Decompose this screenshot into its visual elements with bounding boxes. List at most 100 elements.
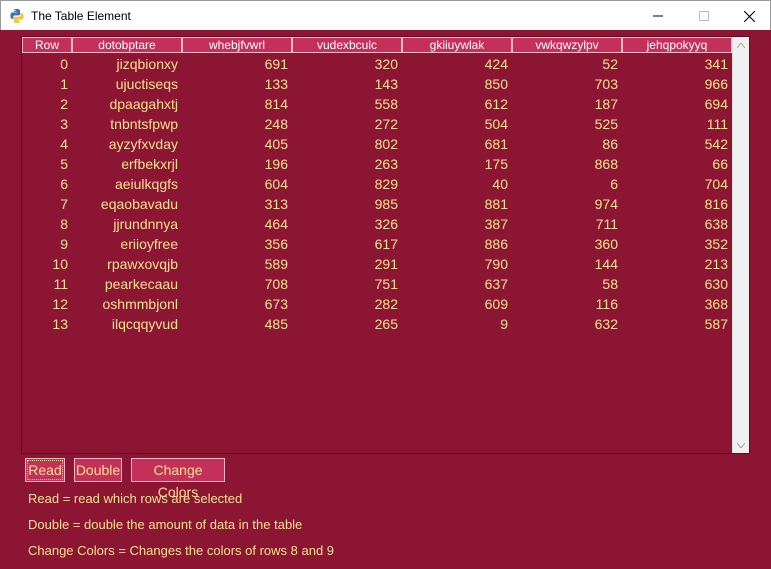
read-button[interactable]: Read xyxy=(25,458,65,482)
double-button[interactable]: Double xyxy=(74,458,122,482)
column-header-whebjfvwrl[interactable]: whebjfvwrl xyxy=(182,37,292,53)
table-header: Row dotobptare whebjfvwrl vudexbculc gkiiuyw… xyxy=(22,37,733,53)
table-cell: 525 xyxy=(594,116,618,132)
table-row[interactable]: 11 pearkecaau 708 751 637 58 630 xyxy=(22,274,733,294)
table-row[interactable]: 7 eqaobavadu 313 985 881 974 816 xyxy=(22,194,733,214)
table-cell: 708 xyxy=(264,276,288,292)
table-cell: tnbntsfpwp xyxy=(110,116,178,132)
table-cell: 213 xyxy=(704,256,728,272)
table-row[interactable]: 12 oshmmbjonl 673 282 609 116 368 xyxy=(22,294,733,314)
table-cell: 1 xyxy=(60,76,68,92)
window-client-area: Row dotobptare whebjfvwrl vudexbculc gkiiuyw… xyxy=(0,30,771,569)
table-cell: 587 xyxy=(704,316,728,332)
table-cell: erfbekxrjl xyxy=(121,156,178,172)
info-read: Read = read which rows are selected xyxy=(28,491,243,506)
table-row[interactable]: 0 jizqbionxy 691 320 424 52 341 xyxy=(22,54,733,74)
table-row[interactable]: 5 erfbekxrjl 196 263 175 868 66 xyxy=(22,154,733,174)
table-cell: 609 xyxy=(484,296,508,312)
table-cell: eqaobavadu xyxy=(100,196,178,212)
table-cell: 673 xyxy=(264,296,288,312)
table-cell: 703 xyxy=(594,76,618,92)
table-cell: 133 xyxy=(264,76,288,92)
maximize-button[interactable] xyxy=(681,1,727,31)
table-row[interactable]: 3 tnbntsfpwp 248 272 504 525 111 xyxy=(22,114,733,134)
title-bar[interactable]: The Table Element xyxy=(0,0,771,30)
table-cell: 816 xyxy=(704,196,728,212)
table-cell: 464 xyxy=(264,216,288,232)
maximize-icon xyxy=(699,11,709,21)
table-cell: 2 xyxy=(60,96,68,112)
column-header-vudexbculc[interactable]: vudexbculc xyxy=(292,37,402,53)
table-cell: 868 xyxy=(594,156,618,172)
table-body[interactable]: 0 jizqbionxy 691 320 424 52 341 1 ujuctiseqs 133 1… xyxy=(22,54,733,334)
table-cell: 974 xyxy=(594,196,618,212)
table-cell: 13 xyxy=(52,316,68,332)
table-cell: 966 xyxy=(704,76,728,92)
table-cell: ayzyfxvday xyxy=(108,136,178,152)
table-cell: 985 xyxy=(374,196,398,212)
column-header-dotobptare[interactable]: dotobptare xyxy=(72,37,182,53)
table-cell: 187 xyxy=(594,96,618,112)
table-row[interactable]: 6 aeiulkqgfs 604 829 40 6 704 xyxy=(22,174,733,194)
table-cell: 291 xyxy=(374,256,398,272)
table-cell: 265 xyxy=(374,316,398,332)
scroll-down-icon[interactable] xyxy=(733,437,749,453)
table-cell: 604 xyxy=(264,176,288,192)
table-row[interactable]: 4 ayzyfxvday 405 802 681 86 542 xyxy=(22,134,733,154)
data-table[interactable]: Row dotobptare whebjfvwrl vudexbculc gkiiuyw… xyxy=(21,36,750,454)
column-header-gkiiuywlak[interactable]: gkiiuywlak xyxy=(402,37,512,53)
table-cell: 66 xyxy=(712,156,728,172)
table-row[interactable]: 8 jjrundnnya 464 326 387 711 638 xyxy=(22,214,733,234)
table-cell: 504 xyxy=(484,116,508,132)
table-cell: 387 xyxy=(484,216,508,232)
table-cell: 814 xyxy=(264,96,288,112)
table-cell: 630 xyxy=(704,276,728,292)
close-button[interactable] xyxy=(726,1,771,31)
table-cell: 829 xyxy=(374,176,398,192)
table-cell: 691 xyxy=(264,56,288,72)
table-cell: 248 xyxy=(264,116,288,132)
table-cell: 9 xyxy=(60,236,68,252)
table-cell: 632 xyxy=(594,316,618,332)
table-cell: 558 xyxy=(374,96,398,112)
table-cell: 9 xyxy=(500,316,508,332)
minimize-button[interactable] xyxy=(635,1,681,31)
table-cell: 282 xyxy=(374,296,398,312)
table-row[interactable]: 13 ilqcqqyvud 485 265 9 632 587 xyxy=(22,314,733,334)
table-cell: 638 xyxy=(704,216,728,232)
table-cell: 368 xyxy=(704,296,728,312)
table-cell: ilqcqqyvud xyxy=(111,316,178,332)
table-cell: 58 xyxy=(602,276,618,292)
info-double: Double = double the amount of data in th… xyxy=(28,517,303,532)
table-cell: 196 xyxy=(264,156,288,172)
table-cell: 694 xyxy=(704,96,728,112)
vertical-scrollbar[interactable] xyxy=(732,37,749,453)
change-colors-button[interactable]: Change Colors xyxy=(131,458,225,500)
table-row[interactable]: 1 ujuctiseqs 133 143 850 703 966 xyxy=(22,74,733,94)
minimize-icon xyxy=(653,15,663,17)
table-cell: 637 xyxy=(484,276,508,292)
table-cell: eriioyfree xyxy=(120,236,178,252)
close-icon xyxy=(743,10,755,22)
table-cell: 356 xyxy=(264,236,288,252)
table-cell: 850 xyxy=(484,76,508,92)
table-cell: 751 xyxy=(374,276,398,292)
table-cell: 272 xyxy=(374,116,398,132)
table-cell: 612 xyxy=(484,96,508,112)
table-row[interactable]: 10 rpawxovqjb 589 291 790 144 213 xyxy=(22,254,733,274)
scroll-up-icon[interactable] xyxy=(733,37,749,53)
table-cell: aeiulkqgfs xyxy=(114,176,178,192)
table-cell: 144 xyxy=(594,256,618,272)
column-header-Row[interactable]: Row xyxy=(22,37,72,53)
table-row[interactable]: 9 eriioyfree 356 617 886 360 352 xyxy=(22,234,733,254)
table-cell: 589 xyxy=(264,256,288,272)
table-cell: 352 xyxy=(704,236,728,252)
table-row[interactable]: 2 dpaagahxtj 814 558 612 187 694 xyxy=(22,94,733,114)
column-header-jehqpokyyq[interactable]: jehqpokyyq xyxy=(622,37,732,53)
table-cell: 6 xyxy=(60,176,68,192)
table-cell: ujuctiseqs xyxy=(115,76,178,92)
column-header-vwkqwzylpv[interactable]: vwkqwzylpv xyxy=(512,37,622,53)
table-cell: 704 xyxy=(704,176,728,192)
python-icon xyxy=(10,9,24,23)
table-cell: 111 xyxy=(706,116,728,132)
